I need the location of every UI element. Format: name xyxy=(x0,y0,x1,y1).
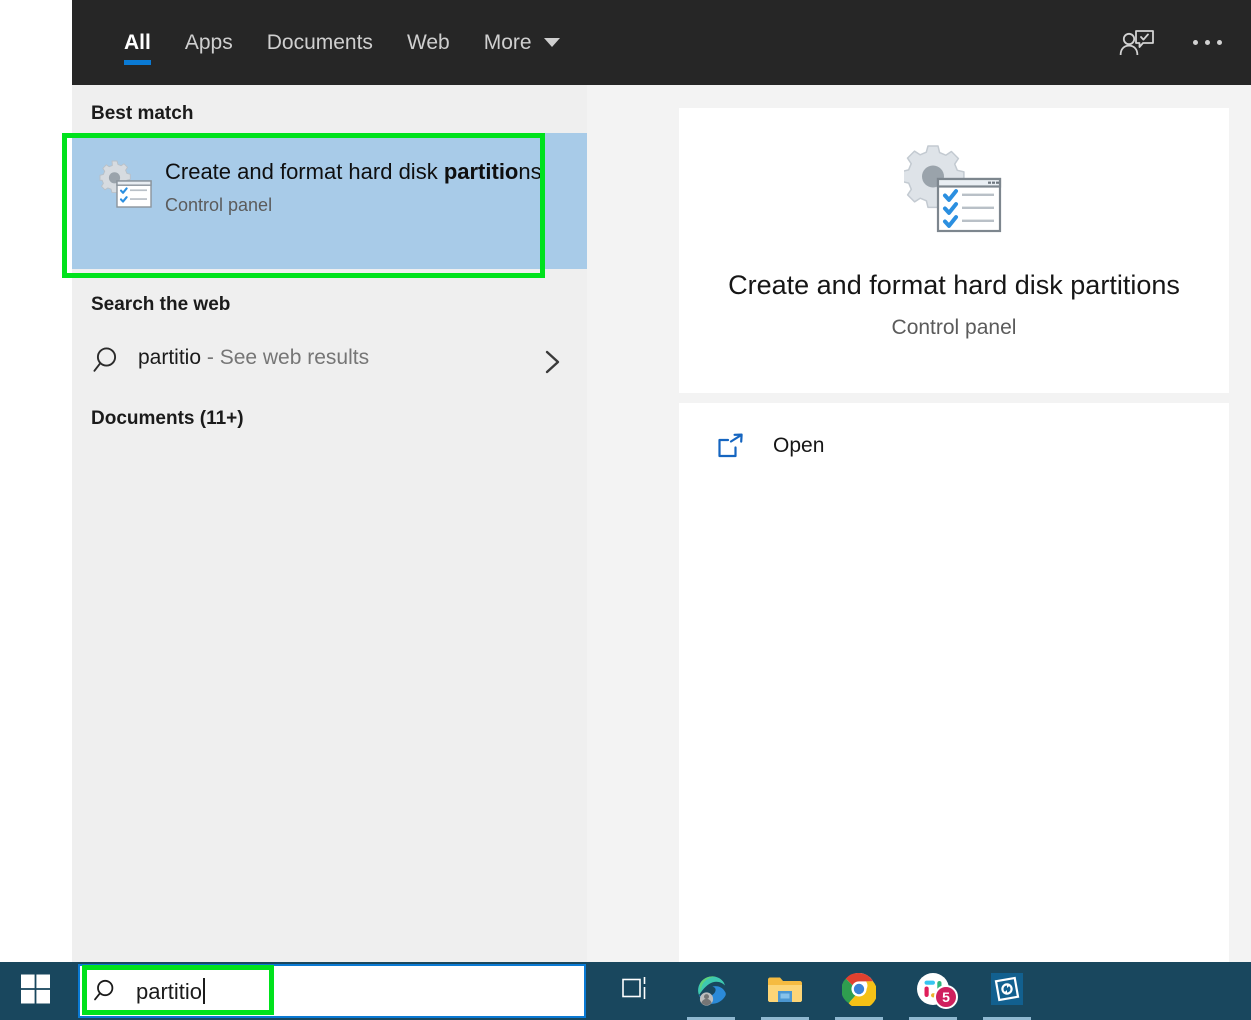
slack-notification-badge: 5 xyxy=(934,985,958,1009)
search-results-pane: Best match Create and format hard disk p… xyxy=(72,85,587,962)
tab-web-label: Web xyxy=(406,30,450,54)
windows-logo-icon xyxy=(21,974,51,1009)
tab-documents-label: Documents xyxy=(266,30,373,54)
disk-partition-control-panel-icon xyxy=(98,159,154,211)
header-actions xyxy=(1115,0,1229,85)
taskbar-app-icons: 5 xyxy=(600,962,1044,1020)
web-search-query-text: partitio - See web results xyxy=(138,346,369,370)
text-cursor xyxy=(203,977,206,1004)
open-external-icon xyxy=(717,433,745,459)
best-match-result[interactable]: Create and format hard disk partitions C… xyxy=(72,133,587,269)
search-icon xyxy=(92,344,126,378)
tab-documents[interactable]: Documents xyxy=(250,0,390,85)
tab-active-underline xyxy=(124,60,151,65)
tab-apps-label: Apps xyxy=(184,30,233,54)
tab-web[interactable]: Web xyxy=(390,0,467,85)
person-feedback-icon[interactable] xyxy=(1115,21,1159,65)
slack-button[interactable]: 5 xyxy=(896,962,970,1020)
search-flyout: All Apps Documents Web More Best match C… xyxy=(72,0,1251,965)
pane-gutter xyxy=(587,85,607,962)
open-action-button[interactable]: Open xyxy=(679,414,1229,478)
documents-heading: Documents (11+) xyxy=(91,408,244,429)
web-search-suffix: - See web results xyxy=(201,346,370,369)
task-view-icon xyxy=(622,976,652,1007)
search-icon xyxy=(93,977,121,1005)
tab-all-label: All xyxy=(124,30,151,54)
taskbar-search-value: partitio xyxy=(136,977,206,1005)
best-match-title-match: partitio xyxy=(443,159,519,184)
chrome-icon xyxy=(841,972,878,1011)
sync-app-icon xyxy=(990,972,1024,1011)
search-header: All Apps Documents Web More xyxy=(72,0,1251,85)
task-view-button[interactable] xyxy=(600,962,674,1020)
tab-all[interactable]: All xyxy=(107,0,168,85)
file-explorer-button[interactable] xyxy=(748,962,822,1020)
preview-actions-card: Open xyxy=(679,403,1229,965)
preview-title: Create and format hard disk partitions xyxy=(728,270,1180,300)
tab-more-label: More xyxy=(483,30,532,54)
search-value-text: partitio xyxy=(136,978,203,1004)
search-scope-tabs: All Apps Documents Web More xyxy=(107,0,577,85)
preview-subtitle: Control panel xyxy=(891,316,1017,339)
best-match-subtitle: Control panel xyxy=(165,195,273,215)
best-match-title: Create and format hard disk partitions xyxy=(165,155,555,188)
search-the-web-heading: Search the web xyxy=(91,294,231,315)
open-action-label: Open xyxy=(773,434,825,457)
folder-icon xyxy=(767,974,803,1009)
microsoft-edge-button[interactable] xyxy=(674,962,748,1020)
web-search-result[interactable]: partitio - See web results xyxy=(72,330,587,392)
more-options-icon[interactable] xyxy=(1185,21,1229,65)
backup-app-button[interactable] xyxy=(970,962,1044,1020)
google-chrome-button[interactable] xyxy=(822,962,896,1020)
chevron-right-icon[interactable] xyxy=(543,349,563,380)
best-match-title-suffix: ns xyxy=(518,159,542,184)
tab-apps[interactable]: Apps xyxy=(168,0,250,85)
disk-partition-control-panel-icon-large xyxy=(901,143,1004,239)
chevron-down-icon xyxy=(543,38,560,47)
edge-icon xyxy=(693,971,729,1012)
start-button[interactable] xyxy=(0,962,72,1020)
best-match-text: Create and format hard disk partitions C… xyxy=(165,155,555,216)
best-match-heading: Best match xyxy=(91,103,194,124)
preview-card: Create and format hard disk partitions C… xyxy=(679,108,1229,393)
ellipsis-dots xyxy=(1192,40,1222,45)
best-match-title-prefix: Create and format hard disk xyxy=(165,159,444,184)
taskbar: partitio 5 xyxy=(0,962,1251,1020)
web-search-query: partitio xyxy=(138,346,202,369)
tab-more[interactable]: More xyxy=(467,0,577,85)
taskbar-search-input[interactable]: partitio xyxy=(78,964,586,1018)
preview-pane: Create and format hard disk partitions C… xyxy=(607,85,1251,965)
